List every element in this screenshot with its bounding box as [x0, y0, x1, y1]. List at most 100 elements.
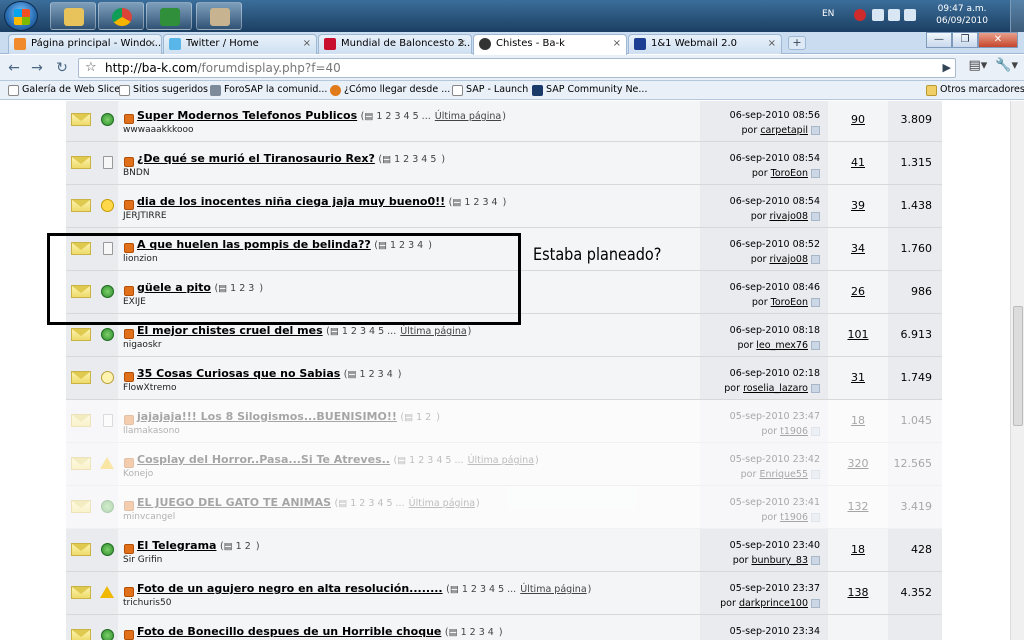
page-numbers[interactable]: 1 2 3 4	[461, 627, 494, 638]
page-links[interactable]: (▤ 1 2 3 4 5 ... Última página)	[326, 326, 471, 337]
taskbar-excel-button[interactable]	[146, 2, 192, 30]
page-links[interactable]: (▤ 1 2 )	[400, 412, 440, 423]
show-desktop-button[interactable]	[1010, 0, 1024, 32]
close-window-button[interactable]: ✕	[978, 32, 1018, 48]
page-links[interactable]: (▤ 1 2 3 4 5 ... Última página)	[393, 455, 538, 466]
back-button[interactable]: ←	[4, 58, 24, 78]
close-tab-icon[interactable]: ×	[303, 35, 311, 53]
thread-title-link[interactable]: ¿De qué se murió el Tiranosaurio Rex?	[137, 152, 375, 165]
reply-count-link[interactable]: 320	[828, 457, 888, 470]
forward-button[interactable]: →	[27, 58, 47, 78]
thread-author[interactable]: Sir Grifin	[123, 555, 162, 565]
page-numbers[interactable]: 1 2 3 4 5 ...	[462, 584, 516, 595]
thread-author[interactable]: llamakasono	[123, 426, 180, 436]
thread-title-link[interactable]: Super Modernos Telefonos Publicos	[137, 109, 357, 122]
last-poster-link[interactable]: bunbury_83	[752, 555, 809, 566]
go-to-last-post-icon[interactable]	[811, 169, 820, 178]
go-to-last-post-icon[interactable]	[811, 470, 820, 479]
page-numbers[interactable]: 1 2 3 4 5 ...	[350, 498, 404, 509]
last-poster-link[interactable]: carpetapil	[760, 125, 808, 136]
reply-count-link[interactable]: 31	[828, 371, 888, 384]
tab-twitter[interactable]: Twitter / Home ×	[163, 34, 317, 54]
reply-count-link[interactable]: 138	[828, 586, 888, 599]
bookmark-item[interactable]: Sitios sugeridos	[119, 81, 208, 99]
go-to-last-post-icon[interactable]	[811, 212, 820, 221]
address-bar[interactable]: ☆ http://ba-k.com/forumdisplay.php?f=40 …	[78, 58, 956, 78]
last-poster-link[interactable]: t1906	[780, 512, 808, 523]
volume-icon[interactable]	[904, 9, 916, 21]
other-bookmarks[interactable]: Otros marcadores	[926, 81, 1024, 99]
page-numbers[interactable]: 1 2	[236, 541, 251, 552]
page-numbers[interactable]: 1 2 3 4	[464, 197, 497, 208]
page-numbers[interactable]: 1 2 3 4 5 ...	[409, 455, 463, 466]
page-links[interactable]: (▤ 1 2 3 4 5 )	[378, 154, 445, 165]
minimize-button[interactable]: —	[926, 32, 952, 48]
taskbar-paint-button[interactable]	[196, 2, 242, 30]
close-tab-icon[interactable]: ×	[148, 35, 156, 53]
close-tab-icon[interactable]: ×	[613, 35, 621, 53]
bookmark-item[interactable]: Galería de Web Slice	[8, 81, 120, 99]
page-links[interactable]: (▤ 1 2 )	[220, 541, 260, 552]
page-links[interactable]: (▤ 1 2 3 4 )	[449, 197, 507, 208]
last-poster-link[interactable]: leo_mex76	[756, 340, 808, 351]
wrench-menu-icon[interactable]: 🔧▾	[995, 58, 1018, 73]
reply-count-link[interactable]: 41	[828, 156, 888, 169]
go-arrow-icon[interactable]: ▶	[943, 59, 951, 77]
thread-author[interactable]: trichuris50	[123, 598, 171, 608]
go-to-last-post-icon[interactable]	[811, 556, 820, 565]
close-tab-icon[interactable]: ×	[768, 35, 776, 53]
network-icon[interactable]	[888, 9, 900, 21]
thread-author[interactable]: Konejo	[123, 469, 153, 479]
thread-title-link[interactable]: jajajaja!!! Los 8 Silogismos...BUENISIMO…	[137, 410, 397, 423]
vertical-scrollbar[interactable]	[1010, 101, 1024, 640]
last-poster-link[interactable]: rivajo08	[769, 211, 808, 222]
tab-webmail[interactable]: 1&1 Webmail 2.0 ×	[628, 34, 782, 54]
last-page-link[interactable]: Última página	[400, 326, 466, 337]
reply-count-link[interactable]: 101	[828, 328, 888, 341]
page-numbers[interactable]: 1 2 3 4 5 ...	[342, 326, 396, 337]
reply-count-link[interactable]: 132	[828, 500, 888, 513]
go-to-last-post-icon[interactable]	[811, 599, 820, 608]
last-poster-link[interactable]: rivajo08	[769, 254, 808, 265]
reply-count-link[interactable]: 18	[828, 414, 888, 427]
page-numbers[interactable]: 1 2 3 4 5	[394, 154, 436, 165]
last-page-link[interactable]: Última página	[435, 111, 501, 122]
scrollbar-thumb[interactable]	[1013, 306, 1023, 426]
reply-count-link[interactable]: 26	[828, 285, 888, 298]
taskbar-chrome-button[interactable]	[98, 2, 144, 30]
tab-chistes[interactable]: Chistes - Ba-k ×	[473, 34, 627, 55]
reply-count-link[interactable]: 34	[828, 242, 888, 255]
go-to-last-post-icon[interactable]	[811, 513, 820, 522]
thread-title-link[interactable]: 35 Cosas Curiosas que no Sabias	[137, 367, 340, 380]
thread-title-link[interactable]: dia de los inocentes niña ciega jaja muy…	[137, 195, 445, 208]
thread-title-link[interactable]: Foto de un agujero negro en alta resoluc…	[137, 582, 443, 595]
last-page-link[interactable]: Última página	[409, 498, 475, 509]
last-poster-link[interactable]: t1906	[780, 426, 808, 437]
page-links[interactable]: (▤ 1 2 3 4 5 ... Última página)	[335, 498, 480, 509]
last-poster-link[interactable]: roselia_lazaro	[743, 383, 808, 394]
bookmark-item[interactable]: SAP - Launch	[452, 81, 528, 99]
page-numbers[interactable]: 1 2 3 4	[360, 369, 393, 380]
new-tab-button[interactable]: +	[788, 36, 806, 50]
last-page-link[interactable]: Última página	[468, 455, 534, 466]
last-poster-link[interactable]: ToroEon	[771, 168, 808, 179]
go-to-last-post-icon[interactable]	[811, 341, 820, 350]
thread-author[interactable]: wwwaaakkkooo	[123, 125, 193, 135]
page-menu-icon[interactable]: ▤▾	[968, 58, 987, 73]
last-poster-link[interactable]: darkprince100	[739, 598, 808, 609]
thread-author[interactable]: BNDN	[123, 168, 150, 178]
thread-title-link[interactable]: El Telegrama	[137, 539, 216, 552]
last-poster-link[interactable]: Enrique55	[759, 469, 808, 480]
thread-author[interactable]: JERJTIRRE	[123, 211, 167, 221]
thread-title-link[interactable]: Foto de Bonecillo despues de un Horrible…	[137, 625, 441, 638]
go-to-last-post-icon[interactable]	[811, 427, 820, 436]
page-links[interactable]: (▤ 1 2 3 4 )	[445, 627, 503, 638]
thread-author[interactable]: FlowXtremo	[123, 383, 177, 393]
page-links[interactable]: (▤ 1 2 3 4 5 ... Última página)	[446, 584, 591, 595]
go-to-last-post-icon[interactable]	[811, 126, 820, 135]
thread-author[interactable]: nigaoskr	[123, 340, 162, 350]
reply-count-link[interactable]: 90	[828, 113, 888, 126]
reload-button[interactable]: ↻	[52, 58, 72, 78]
bookmark-item[interactable]: SAP Community Ne...	[532, 81, 647, 99]
reply-count-link[interactable]: 39	[828, 199, 888, 212]
